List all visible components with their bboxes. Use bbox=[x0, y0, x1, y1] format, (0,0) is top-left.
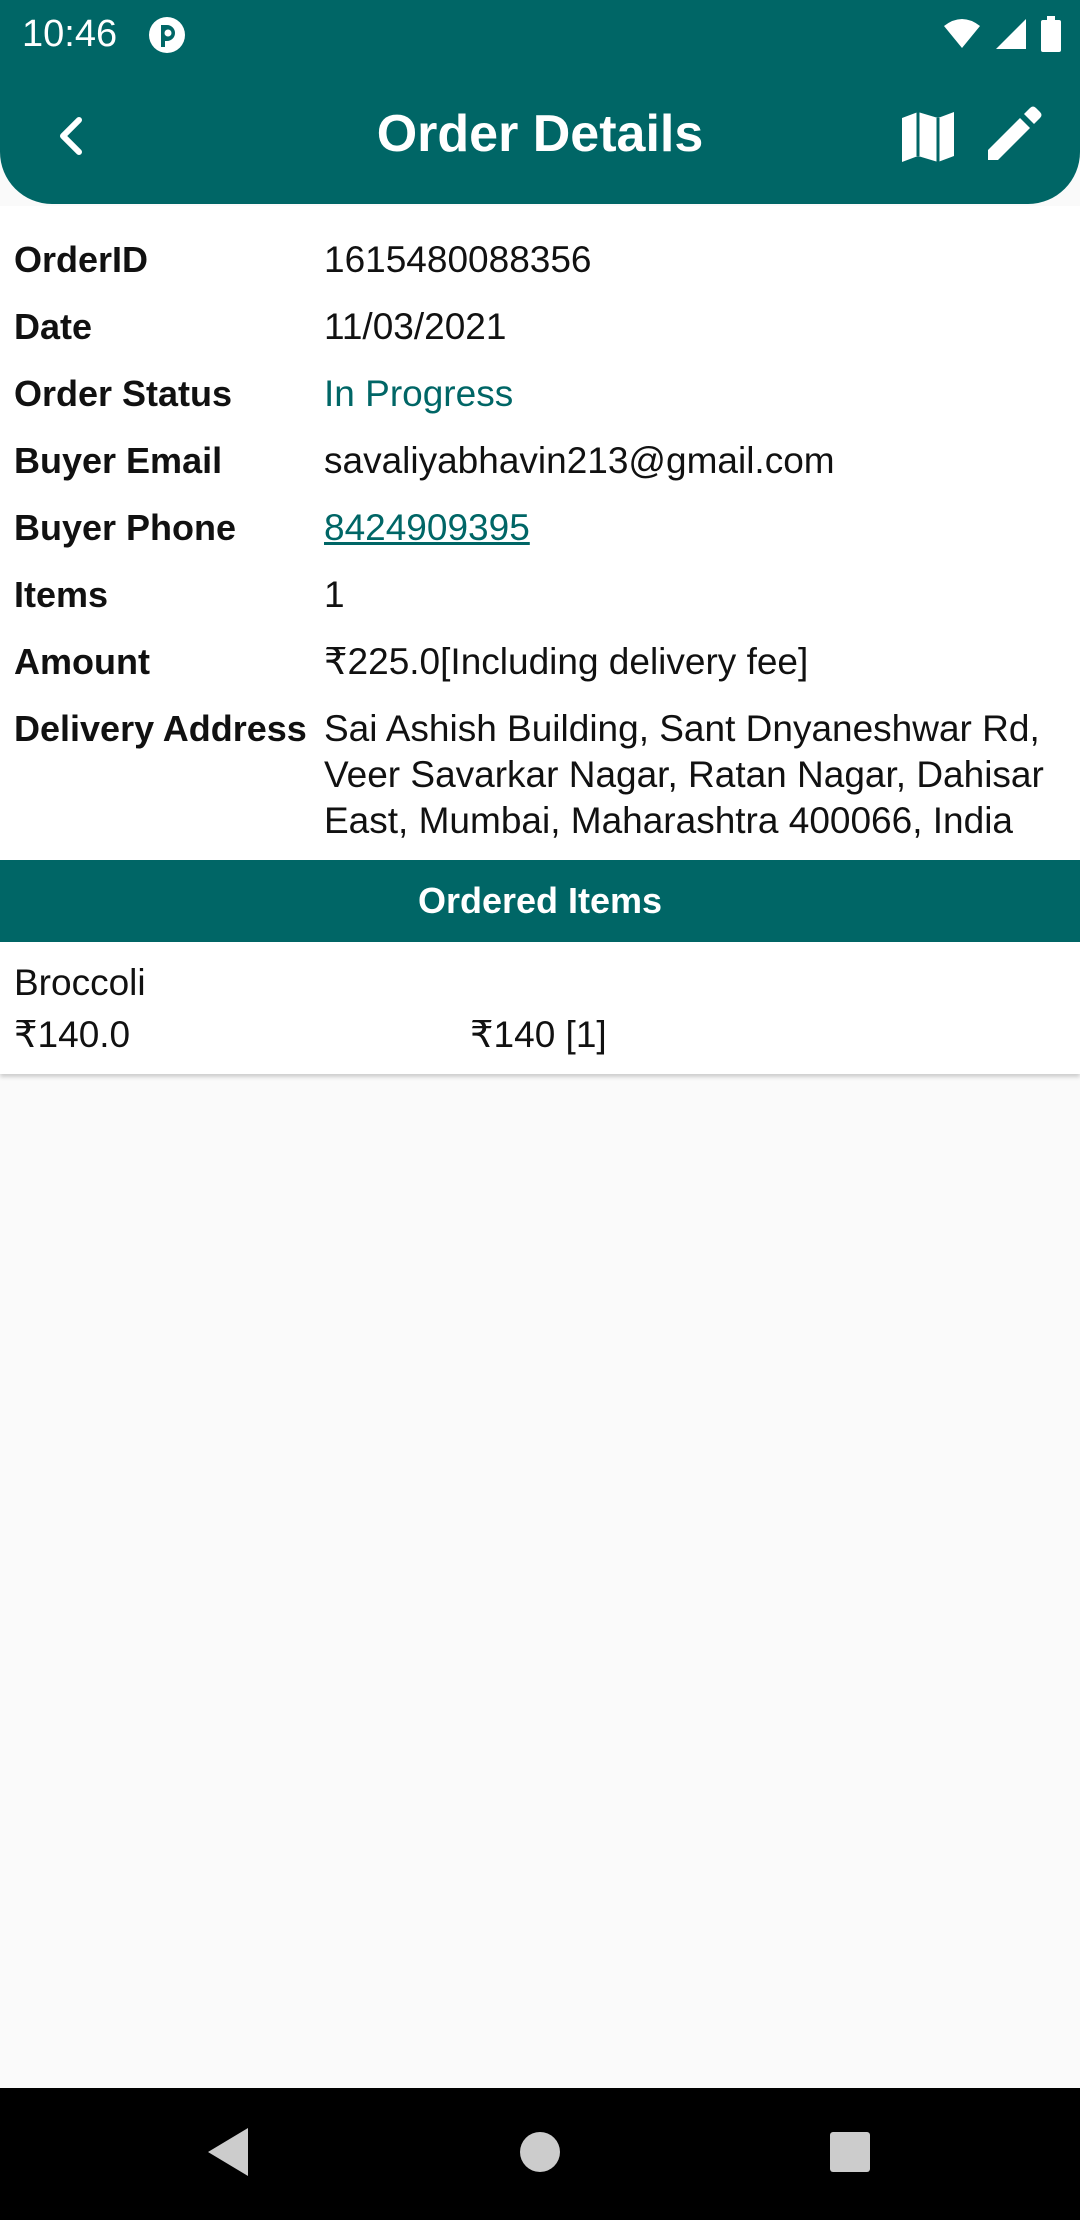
delivery-address-value: Sai Ashish Building, Sant Dnyaneshwar Rd… bbox=[324, 708, 1044, 841]
order-details-card: OrderID 1615480088356 Date 11/03/2021 Or… bbox=[0, 206, 1080, 860]
list-item: Broccoli ₹140.0 ₹140 [1] bbox=[0, 942, 1080, 1074]
wifi-icon bbox=[944, 19, 980, 48]
buyer-email-label: Buyer Email bbox=[14, 440, 223, 481]
battery-icon bbox=[1041, 16, 1061, 52]
buyer-phone-link[interactable]: 8424909395 bbox=[324, 505, 1064, 551]
status-icons bbox=[942, 14, 1062, 54]
nav-recents-icon[interactable] bbox=[828, 2130, 872, 2174]
amount-value: ₹225.0[Including delivery fee] bbox=[324, 641, 809, 682]
items-count-value: 1 bbox=[324, 574, 345, 615]
nav-home-icon[interactable] bbox=[518, 2130, 562, 2174]
screen: 10:46 Order Details OrderID 161548008835… bbox=[0, 0, 1080, 2220]
nav-back-icon[interactable] bbox=[204, 2124, 252, 2180]
map-icon bbox=[902, 112, 954, 162]
edit-button[interactable] bbox=[980, 104, 1044, 168]
order-id-label: OrderID bbox=[14, 239, 149, 280]
app-header: 10:46 Order Details bbox=[0, 0, 1080, 204]
buyer-phone-label: Buyer Phone bbox=[14, 507, 237, 548]
item-price: ₹140.0 bbox=[14, 1014, 131, 1055]
map-button[interactable] bbox=[896, 104, 960, 168]
signal-icon bbox=[996, 19, 1026, 49]
item-name: Broccoli bbox=[14, 962, 146, 1003]
ordered-items-heading: Ordered Items bbox=[0, 860, 1080, 942]
order-status-value: In Progress bbox=[324, 373, 514, 414]
status-time: 10:46 bbox=[22, 13, 118, 55]
amount-label: Amount bbox=[14, 641, 150, 682]
delivery-address-label: Delivery Address bbox=[14, 708, 307, 749]
item-total: ₹140 [1] bbox=[470, 1014, 607, 1055]
date-label: Date bbox=[14, 306, 93, 347]
buyer-email-value: savaliyabhavin213@gmail.com bbox=[324, 440, 835, 481]
edit-icon bbox=[988, 106, 1042, 160]
order-status-label: Order Status bbox=[14, 373, 233, 414]
app-notification-icon bbox=[149, 17, 185, 53]
order-id-value: 1615480088356 bbox=[324, 239, 592, 280]
items-count-label: Items bbox=[14, 574, 109, 615]
system-nav-bar bbox=[0, 2088, 1080, 2220]
date-value: 11/03/2021 bbox=[324, 306, 507, 347]
